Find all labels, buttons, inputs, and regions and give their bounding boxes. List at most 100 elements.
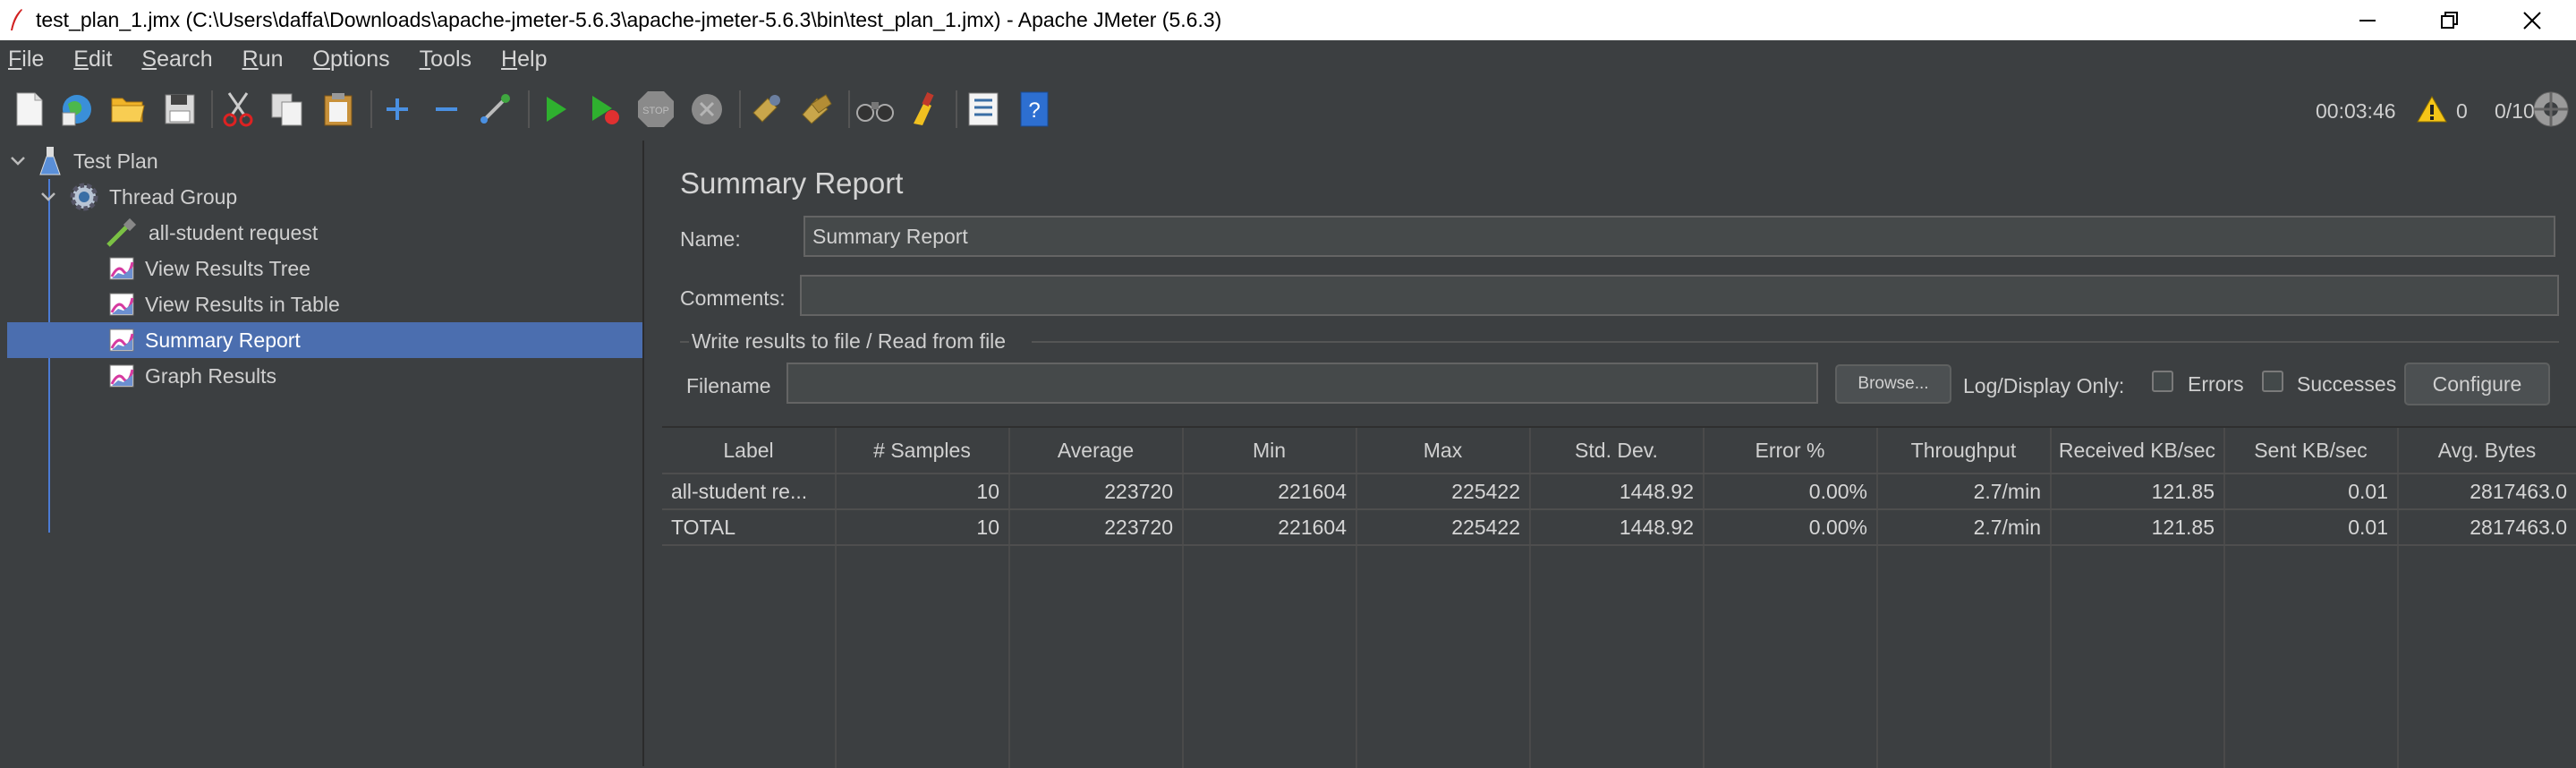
configure-button-label: Configure (2432, 371, 2522, 396)
column-header-std-dev[interactable]: Std. Dev. (1530, 428, 1703, 473)
menu-tools[interactable]: Tools (420, 47, 472, 73)
clear-button[interactable] (745, 89, 786, 130)
results-table: Label # Samples Average Min Max Std. Dev… (662, 426, 2576, 768)
start-button[interactable] (535, 89, 576, 130)
column-header-sent[interactable]: Sent KB/sec (2224, 428, 2397, 473)
menu-run[interactable]: Run (242, 47, 284, 73)
elapsed-time: 00:03:46 (2316, 99, 2396, 123)
table-cell: all-student re... (671, 479, 808, 503)
expand-icon (387, 98, 408, 120)
filename-field[interactable] (786, 363, 1818, 404)
tree-item-label: Test Plan (73, 149, 158, 173)
templates-button[interactable] (56, 89, 98, 130)
tree-item-graph-results[interactable]: Graph Results (109, 358, 633, 394)
toggle-button[interactable] (474, 89, 515, 130)
table-cell: 0.00% (1808, 515, 1867, 539)
name-value: Summary Report (812, 224, 968, 248)
copy-icon (271, 93, 302, 126)
column-header-samples[interactable]: # Samples (836, 428, 1008, 473)
successes-label: Successes (2297, 372, 2397, 396)
warning-count: 0 (2456, 99, 2468, 123)
chevron-down-icon[interactable] (39, 188, 57, 206)
column-header-min[interactable]: Min (1183, 428, 1356, 473)
restore-icon (2441, 11, 2458, 29)
save-button[interactable] (159, 89, 200, 130)
tree-item-test-plan[interactable]: Test Plan (9, 143, 635, 179)
start-no-pauses-button[interactable] (584, 89, 625, 130)
browse-button[interactable]: Browse... (1835, 364, 1951, 404)
start-no-pauses-icon (592, 96, 619, 124)
group-border (1032, 341, 2559, 343)
help-button[interactable]: ? (1014, 89, 1055, 130)
column-header-throughput[interactable]: Throughput (1877, 428, 2050, 473)
graph-icon (109, 364, 134, 388)
menu-bar: File Edit Search Run Options Tools Help (0, 40, 2576, 78)
errors-checkbox[interactable] (2152, 371, 2173, 392)
new-button[interactable] (9, 89, 50, 130)
close-button[interactable] (2491, 0, 2573, 40)
column-header-max[interactable]: Max (1356, 428, 1529, 473)
table-cell: 2.7/min (1973, 479, 2041, 503)
menu-file[interactable]: File (8, 47, 44, 73)
gear-icon (70, 183, 98, 211)
reset-search-button[interactable] (904, 89, 945, 130)
cut-button[interactable] (217, 89, 259, 130)
warning-icon[interactable] (2416, 95, 2448, 124)
minimize-icon (2359, 19, 2376, 21)
stop-button[interactable]: STOP (635, 89, 676, 130)
search-icon (856, 102, 894, 122)
comments-label: Comments: (680, 286, 786, 310)
restore-button[interactable] (2409, 0, 2491, 40)
table-cell: 10 (976, 515, 999, 539)
table-cell: TOTAL (671, 515, 735, 539)
active-threads: 0/10 (2495, 99, 2535, 123)
graph-icon (109, 257, 134, 280)
table-cell: 2817463.0 (2470, 479, 2567, 503)
help-icon: ? (1020, 91, 1049, 127)
collapse-all-button[interactable] (426, 89, 467, 130)
search-button[interactable] (854, 89, 896, 130)
menu-options[interactable]: Options (313, 47, 390, 73)
reset-search-icon (914, 91, 934, 125)
configure-button[interactable]: Configure (2404, 363, 2550, 405)
paste-button[interactable] (318, 89, 359, 130)
expand-all-button[interactable] (377, 89, 418, 130)
toolbar-separator (739, 90, 741, 128)
menu-help[interactable]: Help (501, 47, 547, 73)
table-cell: 0.01 (2348, 479, 2388, 503)
tree-item-http-request[interactable]: all-student request (106, 215, 633, 251)
comments-field[interactable] (800, 275, 2559, 316)
function-helper-button[interactable] (963, 89, 1004, 130)
toolbar-separator (848, 90, 850, 128)
column-header-received[interactable]: Received KB/sec (2051, 428, 2223, 473)
open-button[interactable] (107, 89, 149, 130)
chevron-down-icon[interactable] (9, 152, 27, 170)
menu-search[interactable]: Search (141, 47, 212, 73)
minimize-button[interactable] (2326, 0, 2409, 40)
tree-connector (48, 212, 50, 533)
log-display-label: Log/Display Only: (1963, 374, 2125, 397)
copy-button[interactable] (267, 89, 308, 130)
name-field[interactable]: Summary Report (803, 216, 2555, 257)
toolbar: STOP ? (0, 78, 2576, 141)
toolbar-separator (211, 90, 213, 128)
cut-icon (223, 92, 253, 127)
column-header-error[interactable]: Error % (1704, 428, 1876, 473)
menu-edit[interactable]: Edit (73, 47, 112, 73)
shutdown-button[interactable] (686, 89, 727, 130)
table-cell: 221604 (1278, 479, 1347, 503)
tree-item-view-results-table[interactable]: View Results in Table (109, 286, 633, 322)
window-title: test_plan_1.jmx (C:\Users\daffa\Download… (36, 8, 1222, 31)
table-cell: 221604 (1278, 515, 1347, 539)
close-icon (2523, 11, 2541, 30)
remote-engines-icon[interactable] (2532, 90, 2570, 128)
tree-item-view-results-tree[interactable]: View Results Tree (109, 251, 633, 286)
clear-icon (752, 95, 780, 123)
column-header-label[interactable]: Label (662, 428, 835, 473)
column-header-average[interactable]: Average (1009, 428, 1182, 473)
tree-item-summary-report[interactable]: Summary Report (7, 322, 642, 358)
successes-checkbox[interactable] (2262, 371, 2283, 392)
column-header-avg-bytes[interactable]: Avg. Bytes (2398, 428, 2576, 473)
clear-all-button[interactable] (796, 89, 837, 130)
tree-item-thread-group[interactable]: Thread Group (39, 179, 630, 215)
